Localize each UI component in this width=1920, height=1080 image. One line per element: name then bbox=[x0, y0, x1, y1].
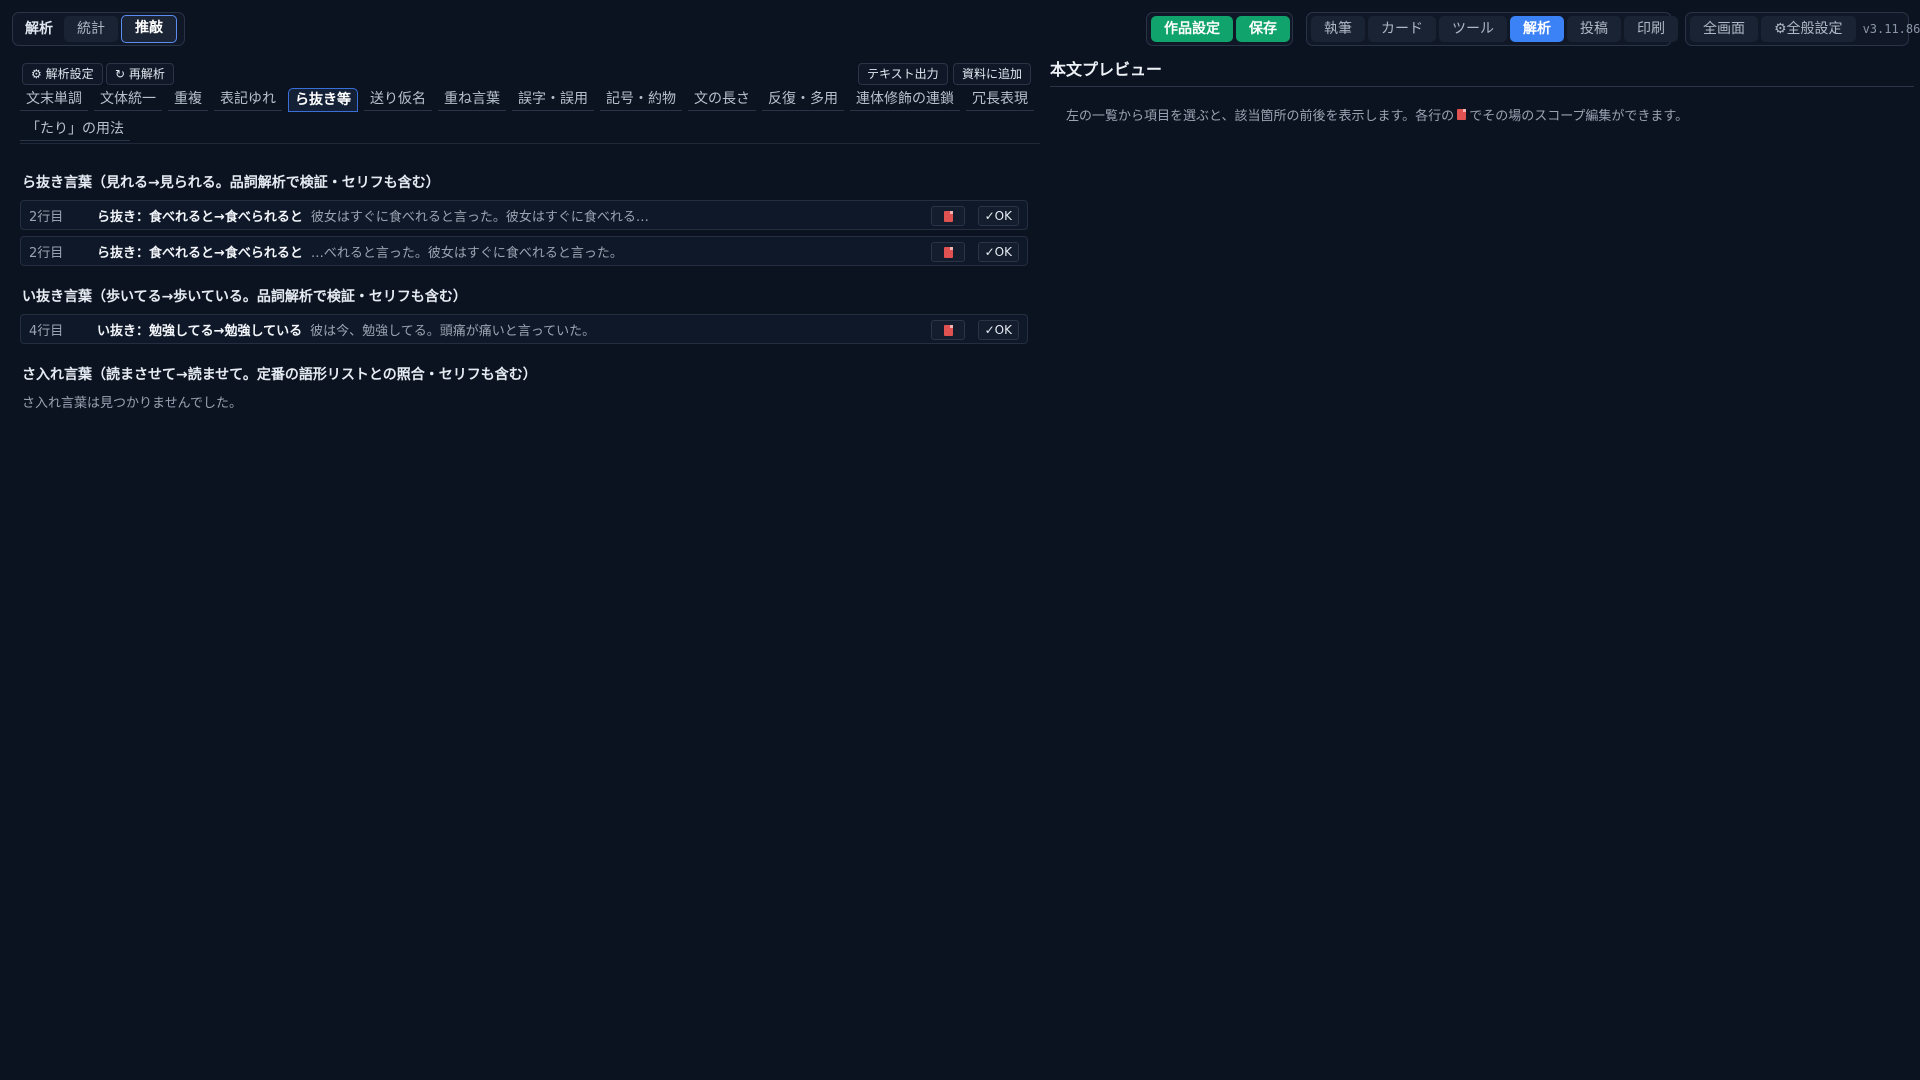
result-row[interactable]: 2行目 ら抜き：食べれると→食べられると 彼女はすぐに食べれると言った。彼女はす… bbox=[20, 200, 1028, 230]
version-label: v3.11.865 bbox=[1862, 22, 1920, 36]
result-line-number: 2行目 bbox=[29, 209, 64, 225]
preview-hint-after: でその場のスコープ編集ができます。 bbox=[1469, 109, 1689, 124]
tab-analysis[interactable]: 解析 bbox=[17, 16, 61, 42]
document-icon bbox=[943, 246, 953, 258]
analysis-tabs: 文末単調 文体統一 重複 表記ゆれ ら抜き等 送り仮名 重ね言葉 誤字・誤用 記… bbox=[20, 88, 1040, 144]
mode-tab-cards[interactable]: カード bbox=[1368, 16, 1436, 42]
result-label: ら抜き：食べれると→食べられると bbox=[97, 209, 303, 225]
ok-button[interactable]: ✓OK bbox=[977, 242, 1019, 262]
top-left-tab-group: 解析 統計 推敲 bbox=[12, 12, 185, 46]
tab-modifier-chain[interactable]: 連体修飾の連鎖 bbox=[850, 88, 960, 111]
work-button-group: 作品設定 保存 bbox=[1146, 12, 1293, 46]
document-icon bbox=[943, 210, 953, 222]
ok-button[interactable]: ✓OK bbox=[977, 320, 1019, 340]
mode-tab-group: 執筆 カード ツール 解析 投稿 印刷 bbox=[1306, 12, 1678, 46]
tab-okurigana[interactable]: 送り仮名 bbox=[364, 88, 432, 111]
scope-edit-button[interactable] bbox=[931, 320, 965, 340]
result-context: …べれると言った。彼女はすぐに食べれると言った。 bbox=[310, 245, 623, 261]
tab-notation-variation[interactable]: 表記ゆれ bbox=[214, 88, 282, 111]
document-icon bbox=[1457, 109, 1467, 120]
global-controls: 全画面 ⚙全般設定 v3.11.865 bbox=[1685, 12, 1920, 46]
result-row[interactable]: 4行目 い抜き：勉強してる→勉強している 彼は今、勉強してる。頭痛が痛いと言って… bbox=[20, 314, 1028, 344]
analysis-panel: ⚙ 解析設定 ↻ 再解析 テキスト出力 資料に追加 文末単調 文体統一 重複 表… bbox=[20, 58, 1042, 411]
result-context: 彼女はすぐに食べれると言った。彼女はすぐに食べれる… bbox=[310, 209, 649, 225]
section-title-i-nuki: い抜き言葉（歩いてる→歩いている。品詞解析で検証・セリフも含む） bbox=[22, 289, 467, 305]
tab-revision[interactable]: 推敲 bbox=[121, 15, 177, 43]
preview-hint: 左の一覧から項目を選ぶと、該当箇所の前後を表示します。各行の でその場のスコープ… bbox=[1066, 105, 1914, 124]
mode-tab-posting[interactable]: 投稿 bbox=[1567, 16, 1621, 42]
fullscreen-button[interactable]: 全画面 bbox=[1690, 16, 1758, 42]
tab-typos[interactable]: 誤字・誤用 bbox=[512, 88, 594, 111]
result-row[interactable]: 2行目 ら抜き：食べれると→食べられると …べれると言った。彼女はすぐに食べれる… bbox=[20, 236, 1028, 266]
result-label: い抜き：勉強してる→勉強している bbox=[97, 323, 303, 339]
analysis-toolbar: ⚙ 解析設定 ↻ 再解析 テキスト出力 資料に追加 bbox=[20, 60, 1042, 85]
ok-button[interactable]: ✓OK bbox=[977, 206, 1019, 226]
save-button[interactable]: 保存 bbox=[1236, 16, 1290, 42]
reanalyze-button[interactable]: ↻ 再解析 bbox=[106, 63, 174, 85]
document-icon bbox=[943, 324, 953, 336]
tab-verbose-expression[interactable]: 冗長表現 bbox=[966, 88, 1034, 111]
preview-hint-before: 左の一覧から項目を選ぶと、該当箇所の前後を表示します。各行の bbox=[1066, 109, 1455, 124]
tab-sentence-length[interactable]: 文の長さ bbox=[688, 88, 756, 111]
analysis-settings-button[interactable]: ⚙ 解析設定 bbox=[22, 63, 103, 85]
scope-edit-button[interactable] bbox=[931, 242, 965, 262]
empty-result-note: さ入れ言葉は見つかりませんでした。 bbox=[22, 396, 242, 411]
result-line-number: 4行目 bbox=[29, 323, 64, 339]
mode-tab-print[interactable]: 印刷 bbox=[1624, 16, 1678, 42]
text-export-button[interactable]: テキスト出力 bbox=[858, 63, 948, 85]
section-title-ra-nuki: ら抜き言葉（見れる→見られる。品詞解析で検証・セリフも含む） bbox=[22, 175, 440, 191]
scope-edit-button[interactable] bbox=[931, 206, 965, 226]
tab-repetition[interactable]: 反復・多用 bbox=[762, 88, 844, 111]
mode-tab-analysis[interactable]: 解析 bbox=[1510, 16, 1564, 42]
tab-statistics[interactable]: 統計 bbox=[64, 16, 118, 42]
result-line-number: 2行目 bbox=[29, 245, 64, 261]
tab-sentence-ending[interactable]: 文末単調 bbox=[20, 88, 88, 111]
preview-title: 本文プレビュー bbox=[1050, 58, 1914, 87]
tab-duplication[interactable]: 重複 bbox=[168, 88, 208, 111]
work-settings-button[interactable]: 作品設定 bbox=[1151, 16, 1233, 42]
mode-tab-writing[interactable]: 執筆 bbox=[1311, 16, 1365, 42]
tab-style-consistency[interactable]: 文体統一 bbox=[94, 88, 162, 111]
tab-symbols[interactable]: 記号・約物 bbox=[600, 88, 682, 111]
section-title-sa-ire: さ入れ言葉（読まさせて→読ませて。定番の語形リストとの照合・セリフも含む） bbox=[22, 367, 537, 383]
tab-tari-usage[interactable]: 「たり」の用法 bbox=[20, 118, 130, 141]
tab-ra-nuki[interactable]: ら抜き等 bbox=[288, 88, 358, 112]
top-bar: 解析 統計 推敲 作品設定 保存 執筆 カード ツール 解析 投稿 印刷 全画面… bbox=[0, 0, 1920, 58]
preview-panel: 本文プレビュー 左の一覧から項目を選ぶと、該当箇所の前後を表示します。各行の で… bbox=[1050, 58, 1914, 124]
result-context: 彼は今、勉強してる。頭痛が痛いと言っていた。 bbox=[310, 323, 596, 339]
mode-tab-tools[interactable]: ツール bbox=[1439, 16, 1507, 42]
general-settings-button[interactable]: ⚙全般設定 bbox=[1761, 16, 1856, 42]
add-to-material-button[interactable]: 資料に追加 bbox=[953, 63, 1032, 85]
tab-redundant-words[interactable]: 重ね言葉 bbox=[438, 88, 506, 111]
result-label: ら抜き：食べれると→食べられると bbox=[97, 245, 303, 261]
